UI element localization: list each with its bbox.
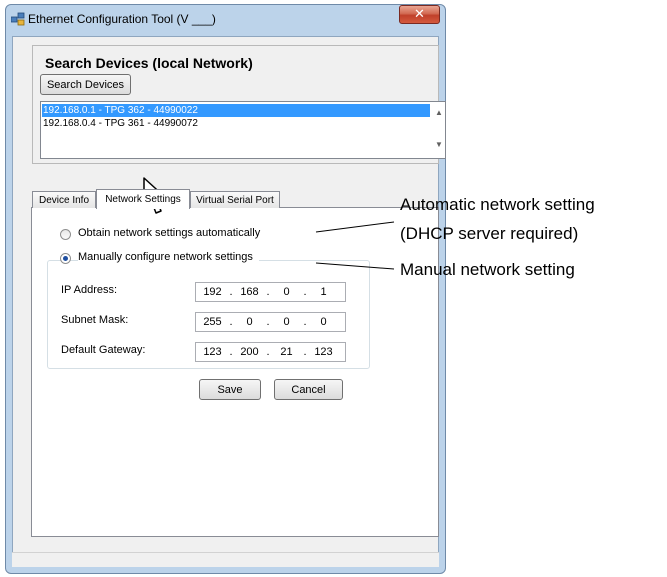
ip-octet[interactable]: 192 <box>196 286 229 298</box>
subnet-octet[interactable]: 255 <box>196 316 229 328</box>
auto-network-radio[interactable] <box>60 229 71 240</box>
search-devices-title: Search Devices (local Network) <box>45 55 253 71</box>
gateway-octet[interactable]: 123 <box>307 346 340 358</box>
callout-manual: Manual network setting <box>400 260 575 279</box>
tab-device-info[interactable]: Device Info <box>32 191 96 208</box>
tab-network-settings[interactable]: Network Settings <box>96 189 190 209</box>
auto-network-label[interactable]: Obtain network settings automatically <box>78 227 260 239</box>
ip-octet[interactable]: 0 <box>270 286 303 298</box>
ip-octet[interactable]: 1 <box>307 286 340 298</box>
subnet-mask-label: Subnet Mask: <box>61 314 129 326</box>
callout-automatic-line2: (DHCP server required) <box>400 224 579 243</box>
search-devices-button[interactable]: Search Devices <box>40 74 131 95</box>
gateway-octet[interactable]: 200 <box>233 346 266 358</box>
scroll-up-icon[interactable]: ▲ <box>435 108 443 117</box>
ip-octet[interactable]: 168 <box>233 286 266 298</box>
save-button[interactable]: Save <box>199 379 261 400</box>
device-list-item[interactable]: 192.168.0.4 - TPG 361 - 44990072 <box>42 117 198 130</box>
default-gateway-field[interactable]: 123. 200. 21. 123 <box>195 342 346 362</box>
callout-automatic-line1: Automatic network setting <box>400 195 595 214</box>
default-gateway-label: Default Gateway: <box>61 344 146 356</box>
manual-network-radio[interactable] <box>60 253 71 264</box>
device-list-item[interactable]: 192.168.0.1 - TPG 362 - 44990022 <box>42 104 430 117</box>
app-icon <box>11 12 25 26</box>
subnet-octet[interactable]: 0 <box>270 316 303 328</box>
scroll-down-icon[interactable]: ▼ <box>435 140 443 149</box>
subnet-mask-field[interactable]: 255. 0. 0. 0 <box>195 312 346 332</box>
gateway-octet[interactable]: 21 <box>270 346 303 358</box>
radio-selected-dot <box>63 256 68 261</box>
manual-network-label[interactable]: Manually configure network settings <box>78 251 259 263</box>
subnet-octet[interactable]: 0 <box>307 316 340 328</box>
cancel-button[interactable]: Cancel <box>274 379 343 400</box>
ip-address-field[interactable]: 192. 168. 0. 1 <box>195 282 346 302</box>
close-button[interactable]: ✕ <box>399 5 440 24</box>
status-bar <box>12 552 439 567</box>
close-icon: ✕ <box>414 7 425 22</box>
gateway-octet[interactable]: 123 <box>196 346 229 358</box>
ip-address-label: IP Address: <box>61 284 118 296</box>
tab-virtual-serial-port[interactable]: Virtual Serial Port <box>190 191 280 208</box>
window-title: Ethernet Configuration Tool (V ___) <box>28 12 216 26</box>
subnet-octet[interactable]: 0 <box>233 316 266 328</box>
